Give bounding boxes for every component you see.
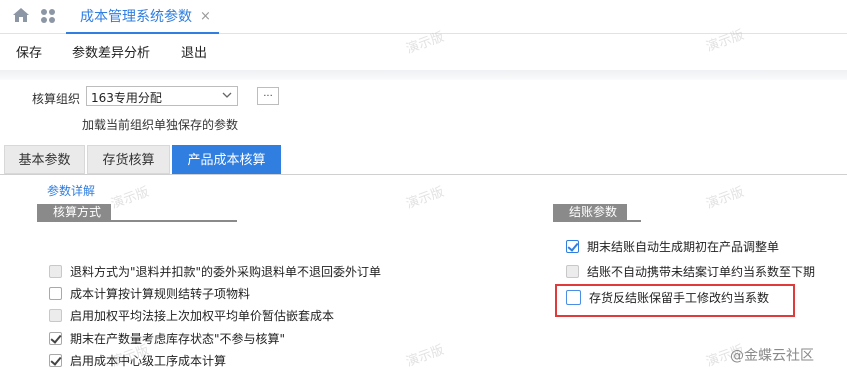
watermark: 演示版 [404,184,447,213]
option-label: 期末在产数量考虑库存状态"不参与核算" [70,331,286,346]
checkbox[interactable] [49,264,62,278]
toolbar-divider [0,70,847,80]
org-select[interactable]: 163专用分配 [86,86,238,106]
highlight-box [555,284,795,317]
chevron-down-icon [222,92,232,98]
option-label: 成本计算按计算规则结转子项物料 [70,286,251,301]
tab-cost-params[interactable]: 成本管理系统参数 × [66,0,219,34]
param-detail-link[interactable]: 参数详解 [47,182,95,199]
org-select-value: 163专用分配 [91,91,162,105]
option-transfer-child[interactable]: 成本计算按计算规则结转子项物料 [49,284,250,302]
param-tabs: 基本参数 存货核算 产品成本核算 [0,145,847,175]
org-label: 核算组织 [32,92,81,106]
checkbox[interactable] [566,239,579,253]
option-wip-stock-status[interactable]: 期末在产数量考虑库存状态"不参与核算" [49,329,285,347]
diff-analysis-button[interactable]: 参数差异分析 [72,42,150,61]
option-costcenter-process[interactable]: 启用成本中心级工序成本计算 [49,351,226,369]
option-label: 期末结账自动生成期初在产品调整单 [587,239,780,254]
org-hint: 加载当前组织单独保存的参数 [82,118,239,132]
save-button[interactable]: 保存 [16,42,42,61]
tab-product-cost[interactable]: 产品成本核算 [172,145,281,174]
option-outsource-return[interactable]: 退料方式为"退料并扣款"的委外采购退料单不退回委外订单 [49,262,381,280]
community-brand: @金蝶云社区 [730,345,814,365]
checkbox[interactable] [49,353,62,367]
option-label: 启用加权平均法接上次加权平均单价暂估嵌套成本 [70,308,335,323]
section-title: 结账参数 [553,204,628,220]
option-label: 结账不自动携带未结案订单约当系数至下期 [587,264,816,279]
top-bar: 成本管理系统参数 × [0,0,847,34]
home-icon[interactable] [12,7,30,23]
checkbox[interactable] [49,286,62,300]
section-header-accounting: 核算方式 [37,204,237,222]
section-title: 核算方式 [37,204,112,220]
section-header-closing: 结账参数 [553,204,641,222]
org-more-button[interactable]: ... [257,87,279,105]
tab-basic[interactable]: 基本参数 [4,145,85,174]
tab-title: 成本管理系统参数 [80,9,192,25]
close-icon[interactable]: × [200,9,211,24]
watermark: 演示版 [704,184,747,213]
toolbar: 保存 参数差异分析 退出 [0,34,847,70]
exit-button[interactable]: 退出 [181,42,207,61]
checkbox[interactable] [49,308,62,322]
option-label: 退料方式为"退料并扣款"的委外采购退料单不退回委外订单 [70,264,382,279]
checkbox[interactable] [566,264,579,278]
watermark: 演示版 [404,342,447,371]
tab-inventory[interactable]: 存货核算 [87,145,170,174]
option-no-carry-coefficient[interactable]: 结账不自动携带未结案订单约当系数至下期 [566,262,815,280]
option-label: 启用成本中心级工序成本计算 [70,353,227,368]
apps-grid-icon[interactable] [40,8,56,24]
option-auto-wip-adjust[interactable]: 期末结账自动生成期初在产品调整单 [566,237,779,255]
checkbox[interactable] [49,331,62,345]
brand-text: @金蝶云社区 [730,348,814,364]
option-weighted-average[interactable]: 启用加权平均法接上次加权平均单价暂估嵌套成本 [49,306,334,324]
